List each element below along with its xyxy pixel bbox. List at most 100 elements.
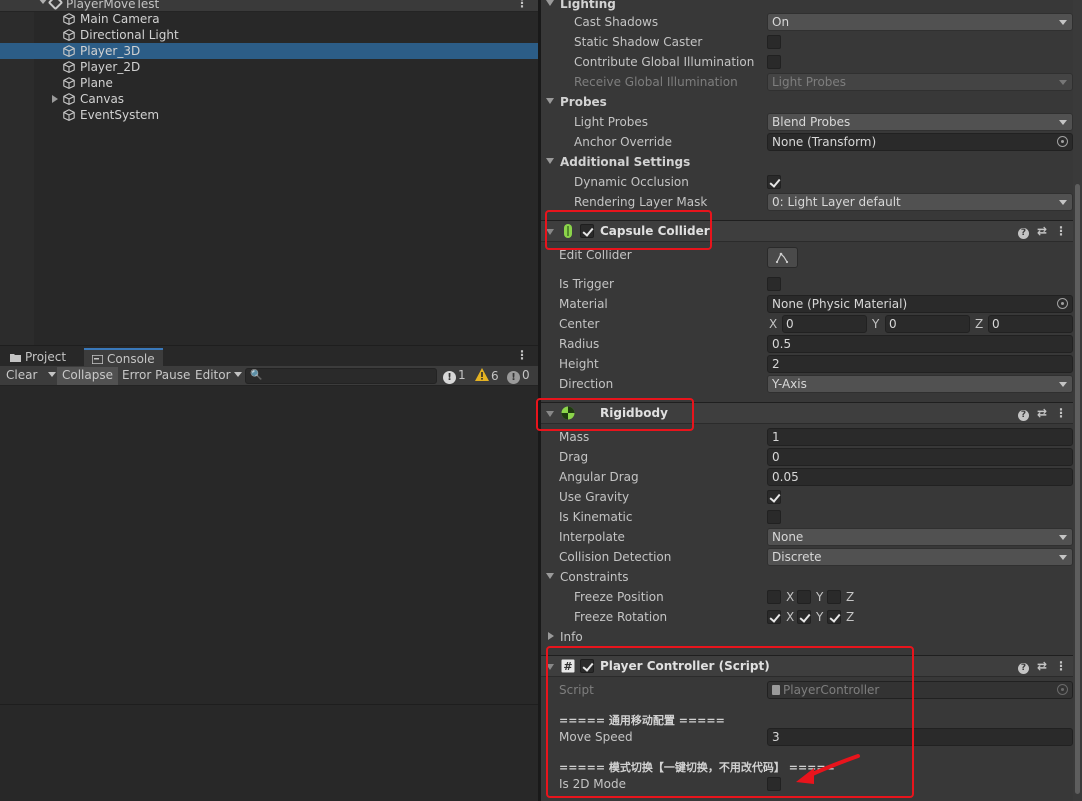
gameobject-cube-icon [63, 109, 75, 121]
center-x-input[interactable]: 0 [782, 315, 867, 333]
freeze-position-y-checkbox[interactable] [797, 590, 811, 604]
interpolate-dropdown[interactable]: None [767, 528, 1073, 546]
hierarchy-item-label: Plane [80, 76, 113, 90]
tab-console[interactable]: Console [84, 348, 163, 367]
console-detail-area[interactable] [0, 704, 540, 801]
error-icon: ! [507, 371, 520, 384]
is-2d-mode-checkbox[interactable] [767, 777, 781, 791]
expand-arrow-icon[interactable] [38, 0, 48, 4]
capsule-collider-enabled-checkbox[interactable] [580, 224, 594, 238]
error-pause-button[interactable]: Error Pause [117, 367, 195, 385]
cast-shadows-dropdown[interactable]: On [767, 13, 1073, 31]
collision-detection-dropdown[interactable]: Discrete [767, 548, 1073, 566]
light-probes-dropdown[interactable]: Blend Probes [767, 113, 1073, 131]
gameobject-cube-icon [63, 77, 75, 89]
log-count-toggle[interactable]: ! 1 [443, 368, 466, 384]
console-menu-icon[interactable]: ⋮ [516, 348, 528, 362]
tab-project[interactable]: Project [2, 348, 74, 367]
freeze-rotation-y-checkbox[interactable] [797, 610, 811, 624]
use-gravity-checkbox[interactable] [767, 490, 781, 504]
presets-icon[interactable]: ⇄ [1037, 659, 1047, 673]
move-speed-input[interactable]: 3 [767, 728, 1073, 746]
freeze-position-label: Freeze Position [574, 590, 664, 604]
edit-collider-button[interactable] [767, 247, 798, 268]
expand-arrow-icon[interactable] [52, 95, 58, 103]
info-foldout[interactable]: Info [541, 627, 1073, 647]
presets-icon[interactable]: ⇄ [1037, 224, 1047, 238]
hierarchy-item[interactable]: Player_3D [0, 43, 540, 59]
freeze-rotation-z-checkbox[interactable] [827, 610, 841, 624]
error-count-toggle[interactable]: ! 0 [507, 368, 530, 384]
freeze-position-z-checkbox[interactable] [827, 590, 841, 604]
collapse-button[interactable]: Collapse [57, 367, 118, 385]
console-search-input[interactable]: 🔍 [245, 368, 437, 384]
mass-input[interactable]: 1 [767, 428, 1073, 446]
hierarchy-item[interactable]: Plane [0, 75, 540, 91]
drag-input[interactable]: 0 [767, 448, 1073, 466]
freeze-position-x-checkbox[interactable] [767, 590, 781, 604]
static-shadow-caster-checkbox[interactable] [767, 35, 781, 49]
component-menu-icon[interactable]: ⋮ [1055, 406, 1067, 420]
component-header-icons: ? ⇄ ⋮ [1017, 406, 1067, 421]
player-controller-enabled-checkbox[interactable] [580, 659, 594, 673]
console-log-list[interactable] [0, 386, 540, 704]
folder-icon [10, 354, 21, 362]
probes-foldout[interactable]: Probes [541, 92, 1073, 112]
contribute-gi-checkbox[interactable] [767, 55, 781, 69]
is-trigger-checkbox[interactable] [767, 277, 781, 291]
hierarchy-item[interactable]: Main Camera [0, 11, 540, 27]
capsule-collider-header[interactable]: Capsule Collider ? ⇄ ⋮ [541, 220, 1073, 242]
anchor-override-field[interactable]: None (Transform) [767, 133, 1073, 151]
script-file-icon [772, 685, 780, 695]
player-controller-header[interactable]: # Player Controller (Script) ? ⇄ ⋮ [541, 655, 1073, 677]
radius-input[interactable]: 0.5 [767, 335, 1073, 353]
foldout-arrow-icon[interactable] [546, 411, 554, 417]
material-value: None (Physic Material) [772, 297, 908, 311]
constraints-foldout[interactable]: Constraints [541, 567, 1073, 587]
center-label: Center [559, 317, 600, 331]
radius-label: Radius [559, 337, 600, 351]
center-y-input[interactable]: 0 [885, 315, 970, 333]
height-input[interactable]: 2 [767, 355, 1073, 373]
chevron-down-icon [1059, 535, 1067, 540]
is-kinematic-checkbox[interactable] [767, 510, 781, 524]
component-header-icons: ? ⇄ ⋮ [1017, 659, 1067, 674]
more-menu-icon[interactable]: ⋮ [516, 0, 528, 10]
angular-drag-input[interactable]: 0.05 [767, 468, 1073, 486]
freeze-rotation-x-checkbox[interactable] [767, 610, 781, 624]
scrollbar-thumb[interactable] [1075, 184, 1080, 794]
object-picker-icon[interactable] [1057, 298, 1068, 309]
rendering-layer-mask-dropdown[interactable]: 0: Light Layer default [767, 193, 1073, 211]
editor-label: Editor [195, 368, 231, 382]
editor-dropdown[interactable]: Editor [190, 367, 247, 385]
object-picker-icon[interactable] [1057, 136, 1068, 147]
clear-button[interactable]: Clear [1, 367, 42, 385]
help-icon[interactable]: ? [1017, 663, 1029, 674]
center-z-input[interactable]: 0 [988, 315, 1073, 333]
additional-settings-foldout[interactable]: Additional Settings [541, 152, 1073, 172]
material-field[interactable]: None (Physic Material) [767, 295, 1073, 313]
use-gravity-label: Use Gravity [559, 490, 630, 504]
script-label: Script [559, 683, 594, 697]
hierarchy-item[interactable]: Player_2D [0, 59, 540, 75]
component-menu-icon[interactable]: ⋮ [1055, 659, 1067, 673]
hierarchy-item[interactable]: Canvas [0, 91, 540, 107]
is-2d-mode-label: Is 2D Mode [559, 777, 626, 791]
help-icon[interactable]: ? [1017, 228, 1029, 239]
foldout-arrow-icon[interactable] [546, 664, 554, 670]
dynamic-occlusion-checkbox[interactable] [767, 175, 781, 189]
contribute-gi-row: Contribute Global Illumination [541, 52, 1073, 72]
info-label: Info [560, 630, 583, 644]
direction-dropdown[interactable]: Y-Axis [767, 375, 1073, 393]
presets-icon[interactable]: ⇄ [1037, 406, 1047, 420]
warning-count-toggle[interactable]: 6 [475, 368, 499, 384]
chevron-down-icon [48, 372, 56, 377]
component-menu-icon[interactable]: ⋮ [1055, 224, 1067, 238]
hierarchy-item[interactable]: EventSystem [0, 107, 540, 123]
help-icon[interactable]: ? [1017, 410, 1029, 421]
foldout-arrow-icon[interactable] [546, 229, 554, 235]
hierarchy-item[interactable]: Directional Light [0, 27, 540, 43]
receive-gi-value: Light Probes [772, 75, 847, 89]
inspector-scrollbar[interactable] [1073, 0, 1082, 801]
rigidbody-header[interactable]: Rigidbody ? ⇄ ⋮ [541, 402, 1073, 424]
